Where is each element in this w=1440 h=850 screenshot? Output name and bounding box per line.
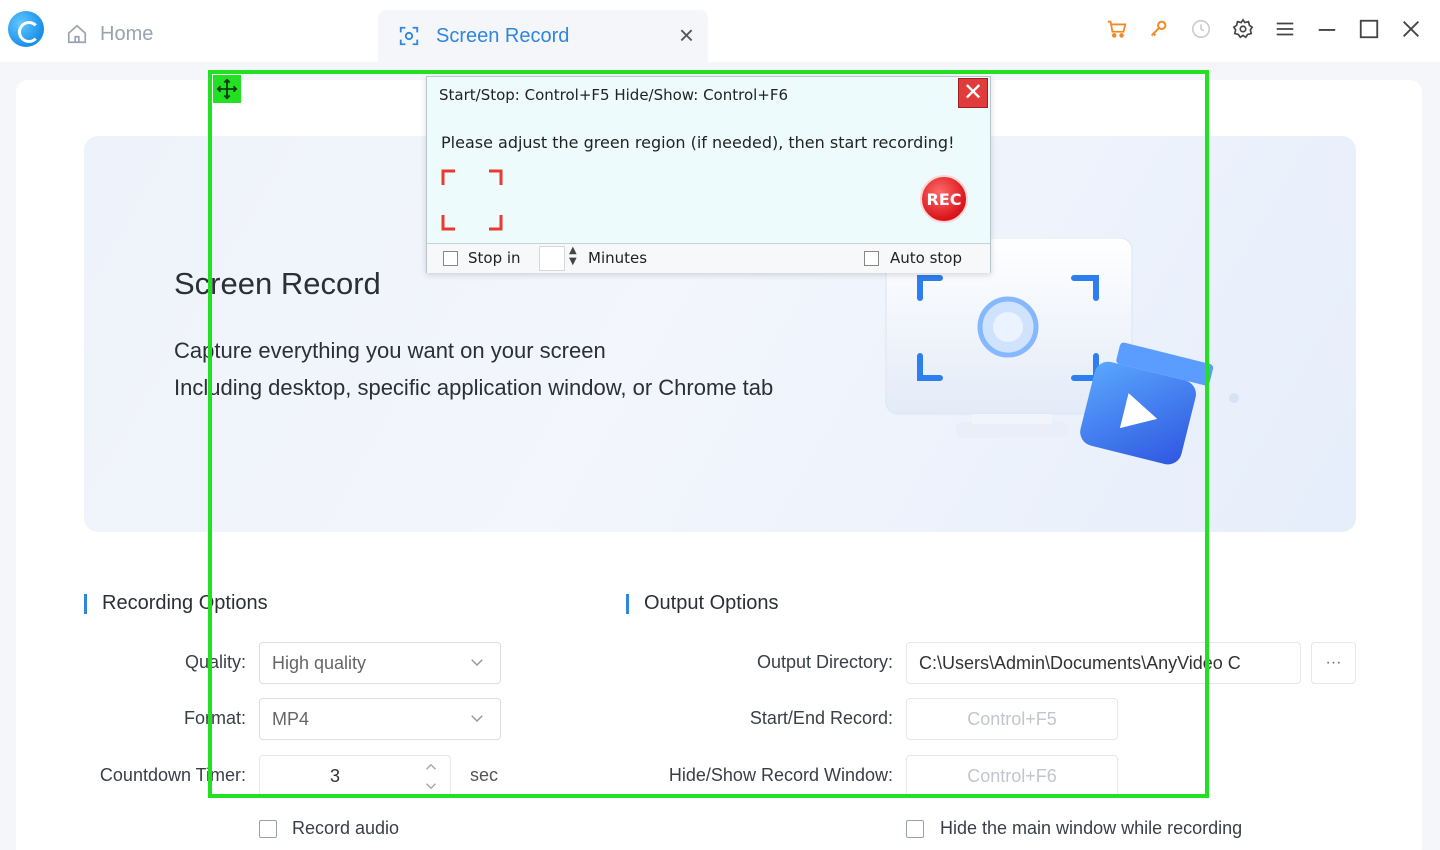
key-icon[interactable] <box>1148 18 1170 40</box>
recording-options-title: Recording Options <box>84 592 268 615</box>
countdown-label: Countdown Timer: <box>99 765 246 785</box>
chevron-up-icon[interactable] <box>422 758 440 776</box>
history-icon[interactable] <box>1190 18 1212 40</box>
rec-button[interactable]: REC <box>920 175 968 223</box>
hide-show-hotkey-value: Control+F6 <box>967 765 1057 786</box>
stop-in-label: Stop in <box>468 249 521 267</box>
output-options-title: Output Options <box>626 592 779 615</box>
start-end-record-label: Start/End Record: <box>749 708 893 728</box>
popup-footer: Stop in ▲ ▼ Minutes Auto stop <box>427 243 990 273</box>
auto-stop-checkbox[interactable] <box>864 251 879 266</box>
output-directory-value: C:\Users\Admin\Documents\AnyVideo C <box>919 652 1241 673</box>
quality-value: High quality <box>272 652 367 673</box>
close-tab-icon[interactable]: × <box>679 22 694 48</box>
region-corners-icon <box>441 169 503 231</box>
start-end-hotkey-field[interactable]: Control+F5 <box>906 698 1118 740</box>
spinner-arrows-icon[interactable]: ▲ ▼ <box>569 245 577 267</box>
recording-control-popup: Start/Stop: Control+F5 Hide/Show: Contro… <box>426 76 991 273</box>
chevron-down-icon <box>471 715 483 723</box>
countdown-unit: sec <box>470 765 499 785</box>
move-handle-icon[interactable] <box>213 75 241 103</box>
output-directory-field[interactable]: C:\Users\Admin\Documents\AnyVideo C <box>906 642 1301 684</box>
quality-label: Quality: <box>184 652 246 672</box>
hide-main-window-label: Hide the main window while recording <box>940 818 1243 838</box>
stop-minutes-input[interactable] <box>539 246 565 271</box>
browse-label: ··· <box>1325 654 1342 671</box>
app-logo <box>8 11 44 47</box>
chevron-down-icon[interactable] <box>422 777 440 795</box>
tab-screen-record-label: Screen Record <box>436 24 570 47</box>
record-audio-checkbox[interactable] <box>259 820 277 838</box>
gear-icon[interactable] <box>1232 18 1254 40</box>
hide-show-hotkey-field[interactable]: Control+F6 <box>906 755 1118 797</box>
chevron-down-icon <box>471 659 483 667</box>
start-end-hotkey-value: Control+F5 <box>967 708 1057 729</box>
hide-main-window-checkbox[interactable] <box>906 820 924 838</box>
popup-close-button[interactable]: ✕ <box>958 78 988 108</box>
tab-home[interactable]: Home <box>66 14 153 54</box>
popup-message: Please adjust the green region (if neede… <box>441 133 955 152</box>
quality-select[interactable]: High quality <box>259 642 501 684</box>
record-audio-label: Record audio <box>292 818 400 838</box>
minimize-icon[interactable] <box>1316 18 1338 40</box>
browse-directory-button[interactable]: ··· <box>1311 642 1356 684</box>
home-icon <box>67 24 87 44</box>
output-directory-label: Output Directory: <box>756 652 893 672</box>
countdown-value: 3 <box>329 765 340 786</box>
hotkey-hint: Start/Stop: Control+F5 Hide/Show: Contro… <box>439 86 789 104</box>
maximize-icon[interactable] <box>1358 18 1380 40</box>
stop-in-checkbox[interactable] <box>443 251 458 266</box>
hide-show-window-label: Hide/Show Record Window: <box>668 765 893 785</box>
cart-icon[interactable] <box>1106 18 1128 40</box>
hero-description-line-2: Including desktop, specific application … <box>174 375 774 400</box>
close-icon[interactable] <box>1400 18 1422 40</box>
screen-record-icon <box>399 26 419 46</box>
auto-stop-label: Auto stop <box>890 249 962 267</box>
tab-home-label: Home <box>100 22 154 45</box>
page-title: Screen Record <box>174 266 381 301</box>
countdown-stepper[interactable]: 3 <box>259 755 451 797</box>
format-value: MP4 <box>272 708 310 729</box>
title-bar: Home Screen Record × <box>0 0 1440 62</box>
hero-description-line-1: Capture everything you want on your scre… <box>174 338 606 363</box>
minutes-label: Minutes <box>588 249 648 267</box>
tab-screen-record[interactable]: Screen Record × <box>378 10 708 62</box>
format-label: Format: <box>183 708 246 728</box>
screen-record-illustration <box>885 238 1239 465</box>
format-select[interactable]: MP4 <box>259 698 501 740</box>
menu-icon[interactable] <box>1274 18 1296 40</box>
